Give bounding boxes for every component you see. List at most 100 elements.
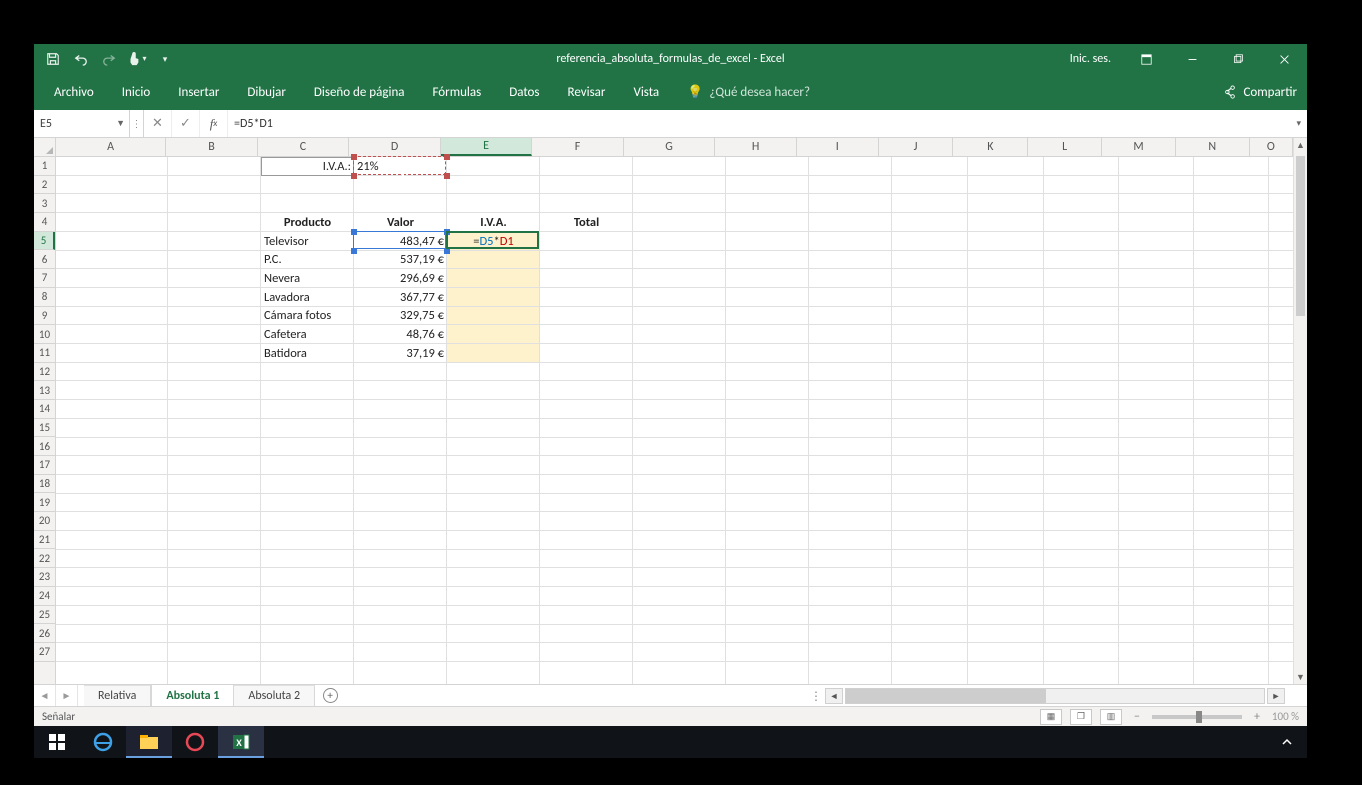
row-header-15[interactable]: 15 — [34, 419, 55, 438]
col-header-E[interactable]: E — [441, 138, 533, 156]
cell-valor[interactable]: 367,77 € — [354, 288, 447, 307]
tab-datos[interactable]: Datos — [495, 74, 553, 110]
col-header-B[interactable]: B — [166, 138, 258, 156]
taskbar-explorer-icon[interactable] — [126, 726, 172, 758]
col-header-D[interactable]: D — [349, 138, 441, 156]
taskbar-tray-chevron-icon[interactable] — [1267, 726, 1307, 758]
sheet-tab-absoluta1[interactable]: Absoluta 1 — [151, 685, 234, 706]
col-header-N[interactable]: N — [1176, 138, 1250, 156]
zoom-out-button[interactable]: − — [1130, 710, 1144, 724]
touch-mode-icon[interactable]: ▾ — [126, 48, 148, 70]
cell-valor[interactable]: 329,75 € — [354, 307, 447, 326]
chevron-down-icon[interactable]: ▼ — [116, 118, 125, 129]
cell-producto[interactable]: Cámara fotos — [261, 307, 354, 326]
cell-valor[interactable]: 537,19 € — [354, 251, 447, 270]
editing-cell-e5[interactable]: =D5*D1 — [447, 232, 540, 251]
row-header-12[interactable]: 12 — [34, 363, 55, 382]
col-header-A[interactable]: A — [56, 138, 166, 156]
row-header-16[interactable]: 16 — [34, 437, 55, 456]
col-header-K[interactable]: K — [953, 138, 1028, 156]
cell-valor[interactable]: 483,47 € — [354, 232, 447, 251]
header-valor[interactable]: Valor — [354, 213, 447, 232]
spreadsheet-grid[interactable]: ABCDEFGHIJKLMNO 123456789101112131415161… — [34, 138, 1307, 684]
row-header-6[interactable]: 6 — [34, 250, 55, 269]
close-button[interactable] — [1261, 44, 1307, 74]
cell-producto[interactable]: Cafetera — [261, 325, 354, 344]
view-normal-icon[interactable]: ▦ — [1040, 709, 1062, 725]
header-producto[interactable]: Producto — [261, 213, 354, 232]
row-header-9[interactable]: 9 — [34, 307, 55, 326]
cell-producto[interactable]: Televisor — [261, 232, 354, 251]
share-button[interactable]: Compartir — [1223, 74, 1297, 110]
sheet-nav-next[interactable]: ► — [56, 685, 78, 706]
row-header-2[interactable]: 2 — [34, 176, 55, 195]
col-header-C[interactable]: C — [258, 138, 350, 156]
h-scroll-thumb[interactable] — [846, 689, 1046, 703]
sheet-tab-absoluta2[interactable]: Absoluta 2 — [234, 685, 315, 706]
split-handle-icon[interactable]: ⋮ — [811, 689, 821, 704]
tab-dibujar[interactable]: Dibujar — [233, 74, 300, 110]
row-header-8[interactable]: 8 — [34, 288, 55, 307]
row-header-20[interactable]: 20 — [34, 512, 55, 531]
tellme-search[interactable]: 💡¿Qué desea hacer? — [673, 74, 824, 110]
row-header-13[interactable]: 13 — [34, 381, 55, 400]
cell-producto[interactable]: Lavadora — [261, 288, 354, 307]
name-box[interactable]: E5▼ — [34, 110, 130, 137]
row-header-14[interactable]: 14 — [34, 400, 55, 419]
row-header-27[interactable]: 27 — [34, 643, 55, 662]
row-header-19[interactable]: 19 — [34, 493, 55, 512]
taskbar-app-icon[interactable] — [172, 726, 218, 758]
cell-iva-label[interactable]: I.V.A.: — [261, 157, 354, 176]
cancel-formula-button[interactable]: ✕ — [144, 110, 172, 137]
row-header-25[interactable]: 25 — [34, 606, 55, 625]
cell-valor[interactable]: 296,69 € — [354, 269, 447, 288]
tab-insertar[interactable]: Insertar — [164, 74, 233, 110]
horizontal-scrollbar[interactable]: ⋮ ◄ ► — [811, 688, 1285, 704]
header-total[interactable]: Total — [540, 213, 633, 232]
row-header-10[interactable]: 10 — [34, 325, 55, 344]
cell-valor[interactable]: 37,19 € — [354, 344, 447, 363]
tab-diseno[interactable]: Diseño de página — [300, 74, 419, 110]
maximize-button[interactable] — [1215, 44, 1261, 74]
row-header-18[interactable]: 18 — [34, 475, 55, 494]
minimize-button[interactable] — [1169, 44, 1215, 74]
scrollbar-thumb[interactable] — [1296, 156, 1305, 316]
start-button[interactable] — [34, 726, 80, 758]
row-header-26[interactable]: 26 — [34, 624, 55, 643]
row-header-17[interactable]: 17 — [34, 456, 55, 475]
enter-formula-button[interactable]: ✓ — [172, 110, 200, 137]
cell-producto[interactable]: P.C. — [261, 251, 354, 270]
col-header-J[interactable]: J — [879, 138, 954, 156]
new-sheet-button[interactable]: + — [315, 685, 345, 706]
windows-taskbar[interactable]: X — [34, 726, 1307, 758]
zoom-slider[interactable] — [1152, 715, 1242, 719]
view-page-break-icon[interactable]: ▥ — [1100, 709, 1122, 725]
view-page-layout-icon[interactable]: ❐ — [1070, 709, 1092, 725]
col-header-O[interactable]: O — [1250, 138, 1293, 156]
row-headers[interactable]: 1234567891011121314151617181920212223242… — [34, 157, 56, 684]
col-header-H[interactable]: H — [715, 138, 797, 156]
cell-valor[interactable]: 48,76 € — [354, 325, 447, 344]
row-header-21[interactable]: 21 — [34, 531, 55, 550]
expand-formula-bar-icon[interactable]: ▾ — [1296, 118, 1301, 129]
row-header-3[interactable]: 3 — [34, 194, 55, 213]
row-header-11[interactable]: 11 — [34, 344, 55, 363]
col-header-L[interactable]: L — [1028, 138, 1102, 156]
col-header-G[interactable]: G — [624, 138, 716, 156]
signin-link[interactable]: Inic. ses. — [1058, 52, 1123, 66]
col-header-I[interactable]: I — [797, 138, 879, 156]
taskbar-edge-icon[interactable] — [80, 726, 126, 758]
scroll-up-icon[interactable]: ▲ — [1294, 138, 1307, 152]
ribbon-display-options-icon[interactable] — [1123, 44, 1169, 74]
h-scroll-track[interactable] — [845, 688, 1265, 704]
row-header-22[interactable]: 22 — [34, 549, 55, 568]
row-header-5[interactable]: 5 — [34, 232, 55, 251]
insert-function-button[interactable]: fx — [200, 110, 228, 137]
zoom-handle[interactable] — [1196, 711, 1202, 723]
redo-icon[interactable] — [98, 48, 120, 70]
tab-inicio[interactable]: Inicio — [108, 74, 164, 110]
row-header-4[interactable]: 4 — [34, 213, 55, 232]
cells-area[interactable]: I.V.A.:21%ProductoValorI.V.A.TotalTelevi… — [56, 157, 1293, 684]
col-header-M[interactable]: M — [1102, 138, 1176, 156]
tab-archivo[interactable]: Archivo — [40, 74, 108, 110]
